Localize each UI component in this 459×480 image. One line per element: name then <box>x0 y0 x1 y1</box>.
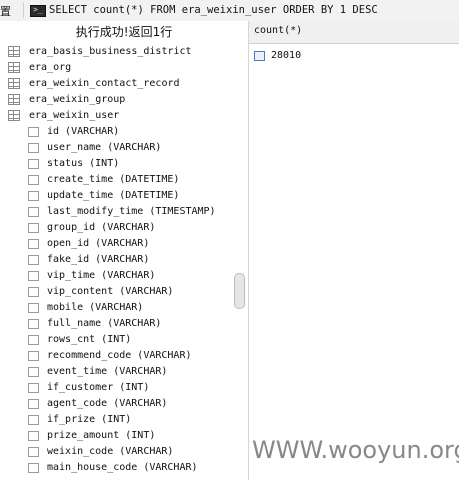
column-icon <box>28 207 39 217</box>
query-bar: 置 >_ SELECT count(*) FROM era_weixin_use… <box>0 0 459 22</box>
column-name: if_customer (INT) <box>47 382 150 393</box>
column-icon <box>28 431 39 441</box>
column-name: main_house_code (VARCHAR) <box>47 462 198 473</box>
column-name: rows_cnt (INT) <box>47 334 132 345</box>
column-name: user_name (VARCHAR) <box>47 142 162 153</box>
schema-panel: 执行成功!返回1行 era_basis_business_districtera… <box>0 21 249 480</box>
table-name: era_weixin_group <box>29 94 126 105</box>
column-icon <box>28 447 39 457</box>
sql-query-text[interactable]: SELECT count(*) FROM era_weixin_user ORD… <box>49 4 378 16</box>
column-name: vip_time (VARCHAR) <box>47 270 156 281</box>
column-name: group_id (VARCHAR) <box>47 222 156 233</box>
column-icon <box>28 223 39 233</box>
column-name: fake_id (VARCHAR) <box>47 254 150 265</box>
result-column-header[interactable]: count(*) <box>249 21 459 44</box>
table-name: era_basis_business_district <box>29 46 192 57</box>
column-icon <box>28 383 39 393</box>
column-icon <box>28 367 39 377</box>
column-header-label: count(*) <box>254 25 303 36</box>
column-name: update_time (DATETIME) <box>47 190 180 201</box>
column-name: agent_code (VARCHAR) <box>47 398 168 409</box>
table-name: era_weixin_user <box>29 110 120 121</box>
watermark: WWW.wooyun.org <box>252 436 459 464</box>
toolbar-divider <box>23 2 24 18</box>
column-name: last_modify_time (TIMESTAMP) <box>47 206 216 217</box>
toolbar-fragment-label: 置 <box>0 5 11 18</box>
column-name: vip_content (VARCHAR) <box>47 286 174 297</box>
column-name: status (INT) <box>47 158 120 169</box>
column-name: create_time (DATETIME) <box>47 174 180 185</box>
scrollbar-thumb[interactable] <box>234 273 245 309</box>
result-panel: count(*) 28010 <box>249 21 459 480</box>
column-icon <box>28 399 39 409</box>
table-icon <box>8 46 20 57</box>
table-icon <box>8 110 20 121</box>
column-icon <box>28 335 39 345</box>
column-icon <box>28 127 39 137</box>
column-icon <box>28 191 39 201</box>
column-name: mobile (VARCHAR) <box>47 302 144 313</box>
column-icon <box>28 287 39 297</box>
execution-status: 执行成功!返回1行 <box>75 25 173 39</box>
column-icon <box>28 303 39 313</box>
column-icon <box>28 255 39 265</box>
column-icon <box>28 319 39 329</box>
column-icon <box>28 463 39 473</box>
column-icon <box>28 143 39 153</box>
terminal-icon[interactable]: >_ <box>30 5 46 17</box>
column-name: event_time (VARCHAR) <box>47 366 168 377</box>
table-name: era_weixin_contact_record <box>29 78 180 89</box>
column-name: weixin_code (VARCHAR) <box>47 446 174 457</box>
column-icon <box>28 159 39 169</box>
column-icon <box>28 239 39 249</box>
cell-icon <box>254 51 265 61</box>
column-name: full_name (VARCHAR) <box>47 318 162 329</box>
table-icon <box>8 94 20 105</box>
column-name: recommend_code (VARCHAR) <box>47 350 192 361</box>
table-name: era_org <box>29 62 72 73</box>
column-icon <box>28 175 39 185</box>
column-icon <box>28 415 39 425</box>
table-icon <box>8 78 20 89</box>
schema-scrollbar[interactable] <box>232 43 247 480</box>
column-icon <box>28 271 39 281</box>
table-icon <box>8 62 20 73</box>
column-name: if_prize (INT) <box>47 414 132 425</box>
column-name: open_id (VARCHAR) <box>47 238 150 249</box>
column-name: id (VARCHAR) <box>47 126 120 137</box>
result-value: 28010 <box>271 50 302 61</box>
column-name: prize_amount (INT) <box>47 430 156 441</box>
column-icon <box>28 351 39 361</box>
